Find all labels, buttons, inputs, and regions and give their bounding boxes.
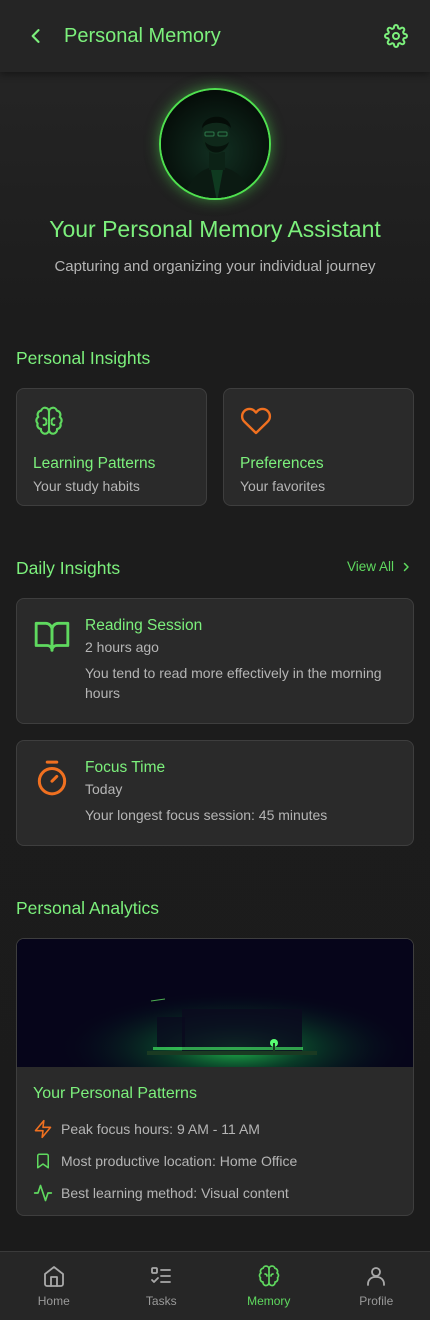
daily-insight-title: Reading Session	[85, 617, 203, 634]
bottom-nav: Home Tasks Memory Profile	[0, 1251, 430, 1320]
settings-button[interactable]	[382, 22, 410, 50]
daily-insight-reading-session[interactable]: Reading Session 2 hours ago You tend to …	[16, 598, 414, 724]
daily-insight-time: Today	[85, 781, 123, 797]
gear-icon	[384, 24, 408, 48]
view-all-link[interactable]: View All	[347, 559, 412, 574]
chevron-right-icon	[403, 562, 409, 571]
daily-insight-description: You tend to read more effectively in the…	[85, 665, 382, 701]
timer-icon	[37, 760, 67, 796]
lightning-icon	[34, 1119, 52, 1139]
patterns-card-title: Your Personal Patterns	[33, 1085, 197, 1102]
section-title-personal-insights: Personal Insights	[16, 348, 151, 368]
insight-card-preferences[interactable]: Preferences Your favorites	[223, 388, 414, 506]
user-icon	[367, 1267, 386, 1286]
back-button[interactable]	[20, 20, 52, 52]
chevron-left-icon	[31, 29, 40, 43]
home-icon	[43, 1266, 64, 1287]
workspace-image	[17, 939, 413, 1067]
brain-icon	[35, 406, 63, 435]
personal-patterns-card[interactable]: Your Personal Patterns Peak focus hours:…	[16, 938, 414, 1216]
insight-card-title: Learning Patterns	[33, 455, 156, 472]
nav-item-profile[interactable]: Profile	[323, 1252, 430, 1320]
app-screen: Personal Memory Your Personal Memory Ass…	[0, 0, 430, 1320]
insight-card-title: Preferences	[240, 455, 324, 472]
nav-label: Profile	[359, 1294, 394, 1308]
pattern-text: Peak focus hours: 9 AM - 11 AM	[61, 1121, 260, 1137]
pattern-row: Most productive location: Home Office	[33, 1145, 397, 1177]
tasks-icon	[151, 1267, 172, 1283]
nav-label: Memory	[247, 1294, 291, 1308]
avatar-portrait	[161, 90, 269, 198]
book-open-icon	[34, 621, 70, 652]
hero-subtitle: Capturing and organizing your individual…	[54, 258, 376, 275]
workspace-scene	[17, 939, 413, 1067]
section-title-personal-analytics: Personal Analytics	[16, 898, 159, 918]
nav-label: Home	[37, 1294, 70, 1308]
pattern-text: Best learning method: Visual content	[61, 1185, 289, 1201]
activity-icon	[33, 1184, 53, 1202]
nav-label: Tasks	[145, 1294, 177, 1308]
top-bar: Personal Memory	[0, 0, 430, 72]
view-all-label: View All	[346, 559, 394, 574]
pattern-row: Best learning method: Visual content	[33, 1177, 397, 1209]
daily-insight-focus-time[interactable]: Focus Time Today Your longest focus sess…	[16, 740, 414, 846]
section-title-daily-insights: Daily Insights	[16, 558, 121, 578]
pattern-row: Peak focus hours: 9 AM - 11 AM	[33, 1113, 397, 1145]
avatar[interactable]	[159, 88, 271, 200]
insight-card-learning-patterns[interactable]: Learning Patterns Your study habits	[16, 388, 207, 506]
nav-item-tasks[interactable]: Tasks	[108, 1252, 216, 1320]
daily-insight-time: 2 hours ago	[85, 639, 159, 655]
daily-insight-title: Focus Time	[85, 759, 166, 776]
nav-item-home[interactable]: Home	[0, 1252, 108, 1320]
brain-icon	[258, 1265, 280, 1287]
daily-insight-description: Your longest focus session: 45 minutes	[85, 807, 328, 823]
page-title: Personal Memory	[64, 24, 221, 47]
hero-title: Your Personal Memory Assistant	[49, 216, 381, 242]
bookmark-icon	[37, 1153, 49, 1169]
heart-icon	[240, 407, 272, 435]
nav-item-memory[interactable]: Memory	[215, 1252, 323, 1320]
insight-card-subtitle: Your study habits	[33, 478, 140, 494]
pattern-text: Most productive location: Home Office	[61, 1153, 298, 1169]
insight-card-subtitle: Your favorites	[240, 478, 326, 494]
